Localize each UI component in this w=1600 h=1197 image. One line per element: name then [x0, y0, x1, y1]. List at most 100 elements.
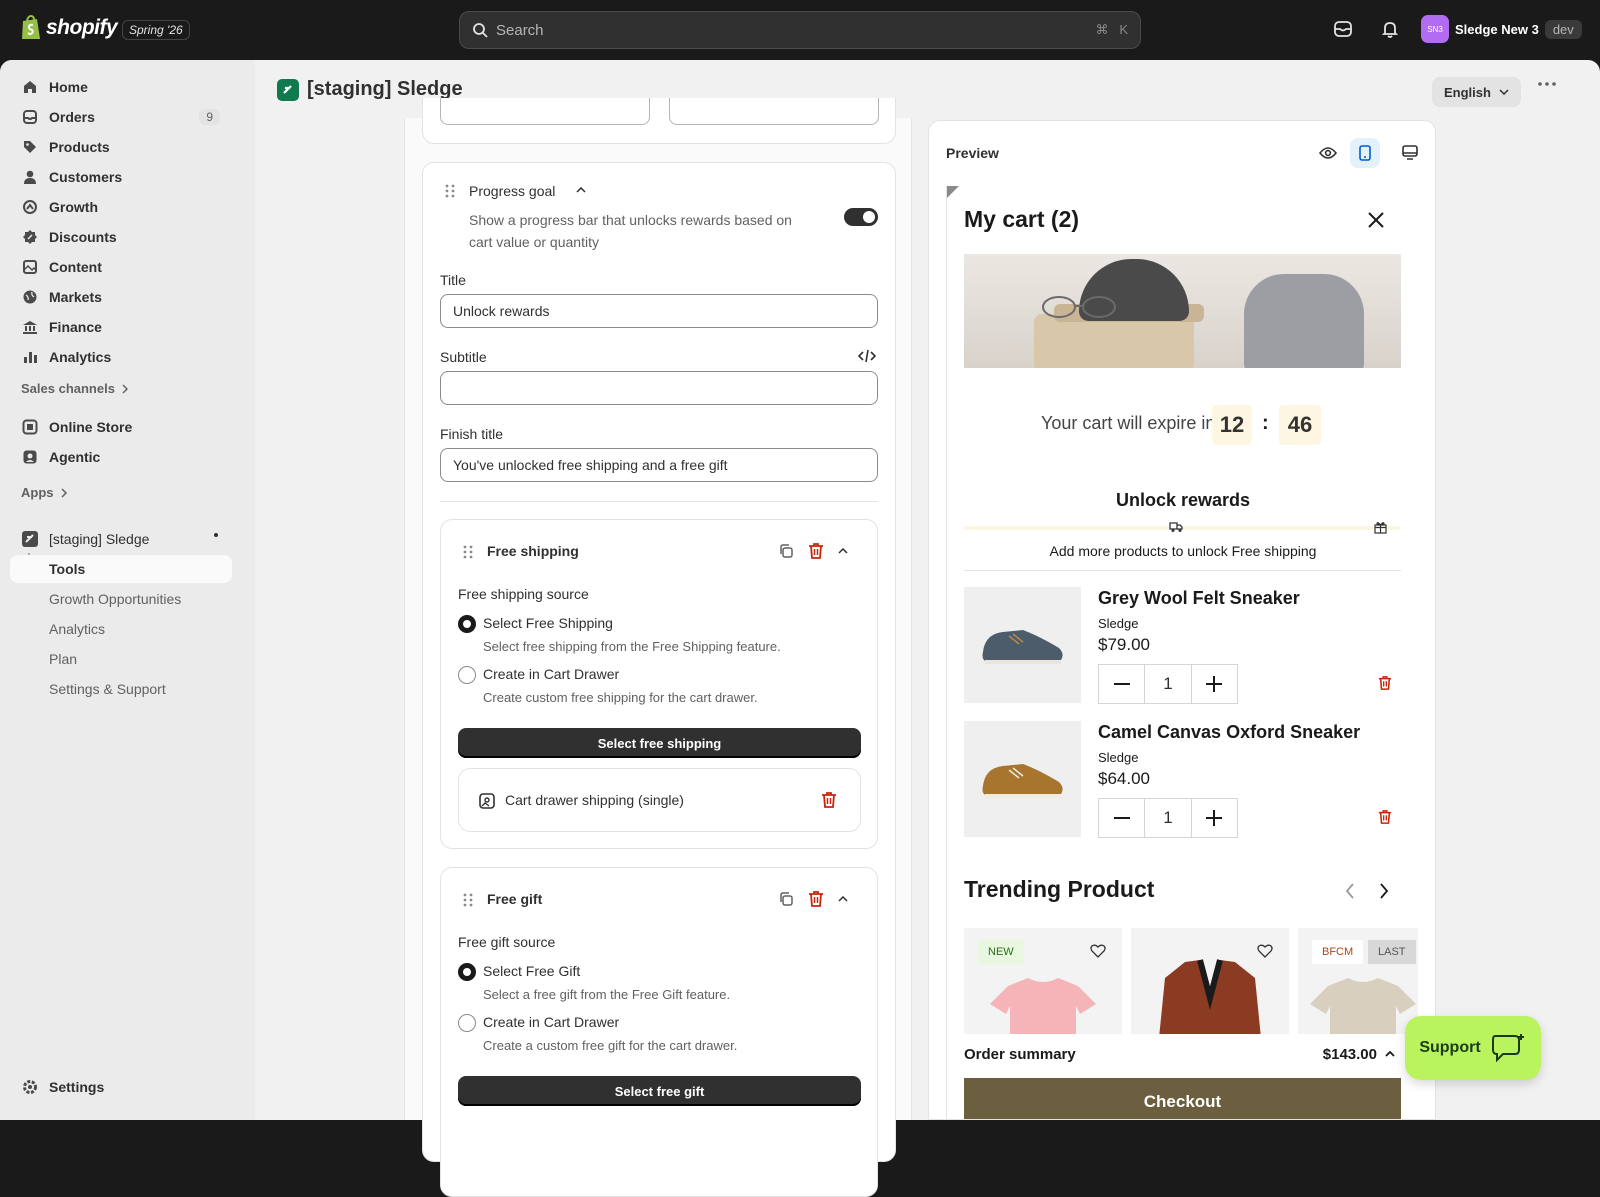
increase-button[interactable] [1192, 799, 1237, 837]
free-shipping-source-label: Free shipping source [458, 586, 589, 602]
radio-create-in-cart-drawer[interactable] [458, 1014, 476, 1032]
sidebar-item-finance[interactable]: Finance [10, 313, 232, 341]
sidebar-item-analytics[interactable]: Analytics [10, 343, 232, 371]
desktop-icon[interactable] [1402, 145, 1418, 161]
progress-goal-toggle[interactable] [844, 208, 878, 226]
sidebar-item-settings-support[interactable]: Settings & Support [10, 675, 232, 703]
trending-title: Trending Product [964, 876, 1155, 902]
sales-channels-header[interactable]: Sales channels [21, 381, 129, 396]
trending-product-card[interactable] [1131, 928, 1289, 1034]
chevron-up-icon[interactable] [576, 187, 586, 193]
search-input[interactable]: Search [496, 22, 1073, 39]
chevron-up-icon[interactable] [838, 896, 848, 902]
delete-icon[interactable] [1378, 675, 1392, 691]
free-shipping-heading: Free shipping [487, 543, 579, 559]
bell-icon[interactable] [1380, 19, 1400, 39]
select-free-shipping-button[interactable]: Select free shipping [458, 728, 861, 758]
shopify-bag-icon [22, 15, 40, 39]
quantity-value[interactable]: 1 [1145, 665, 1192, 703]
sidebar-item-label: Settings [49, 1079, 105, 1095]
heart-icon[interactable] [1257, 944, 1273, 958]
sidebar-item-growth[interactable]: Growth [10, 193, 232, 221]
sidebar-item-home[interactable]: Home [10, 73, 232, 101]
sidebar-item-label: Markets [49, 289, 102, 305]
more-actions-icon[interactable] [1538, 82, 1556, 86]
sidebar-item-label: Online Store [49, 419, 133, 435]
radio-select-free-gift[interactable] [458, 963, 476, 981]
person-icon [24, 170, 36, 184]
cart-title: My cart (2) [964, 206, 1080, 232]
previous-field[interactable] [669, 98, 879, 125]
radio-create-in-cart-drawer[interactable] [458, 666, 476, 684]
duplicate-icon[interactable] [778, 543, 794, 559]
sidebar-item-discounts[interactable]: Discounts [10, 223, 232, 251]
heart-icon[interactable] [1090, 944, 1106, 958]
store-switcher[interactable]: SN3 Sledge New 3 dev [1421, 15, 1582, 43]
sidebar-item-label: Tools [49, 561, 86, 577]
drag-handle-icon[interactable] [463, 893, 473, 907]
app-icon [22, 531, 38, 547]
sidebar-item-products[interactable]: Products [10, 133, 232, 161]
inbox-icon[interactable] [1333, 19, 1353, 39]
item-image [964, 587, 1081, 703]
finish-title-field[interactable]: You've unlocked free shipping and a free… [440, 448, 878, 482]
delete-icon[interactable] [1378, 809, 1392, 825]
sidebar-item-plan[interactable]: Plan [10, 645, 232, 673]
duplicate-icon[interactable] [778, 891, 794, 907]
subtitle-field[interactable] [440, 371, 878, 405]
glasses [1042, 296, 1116, 318]
code-icon[interactable] [858, 349, 876, 363]
gift-icon [1374, 521, 1387, 534]
quantity-value[interactable]: 1 [1145, 799, 1192, 837]
sidebar-item-label: Agentic [49, 449, 101, 465]
sidebar-item-tools[interactable]: Tools [10, 555, 232, 583]
decrease-button[interactable] [1099, 799, 1146, 837]
close-icon[interactable] [1367, 211, 1385, 229]
select-free-gift-button[interactable]: Select free gift [458, 1076, 861, 1106]
increase-button[interactable] [1192, 665, 1237, 703]
sidebar-item-orders[interactable]: Orders 9 [10, 103, 232, 131]
radio-select-free-shipping[interactable] [458, 615, 476, 633]
language-select[interactable]: English [1432, 77, 1521, 107]
sidebar-item-online-store[interactable]: Online Store [10, 413, 232, 441]
chevron-left-icon[interactable] [1345, 883, 1355, 899]
sidebar-item-markets[interactable]: Markets [10, 283, 232, 311]
free-shipping-card: Free shipping Free shipping source Selec… [440, 519, 878, 849]
sidebar-item-app[interactable]: [staging] Sledge [10, 525, 232, 553]
sidebar-item-agentic[interactable]: Agentic [10, 443, 232, 471]
chevron-up-icon[interactable] [1385, 1051, 1395, 1057]
chevron-up-icon[interactable] [838, 548, 848, 554]
mobile-view-button[interactable] [1350, 138, 1380, 168]
search-bar[interactable]: Search ⌘ K [459, 11, 1141, 49]
title-field[interactable]: Unlock rewards [440, 294, 878, 328]
previous-field[interactable] [440, 98, 650, 125]
pink-polo-shirt [990, 978, 1096, 1034]
trending-product-card[interactable]: NEW [964, 928, 1122, 1034]
option-help: Select free shipping from the Free Shipp… [483, 639, 781, 654]
delete-icon[interactable] [821, 791, 837, 809]
delete-icon[interactable] [808, 890, 824, 908]
drag-handle-icon[interactable] [445, 184, 455, 198]
sidebar-item-label: Products [49, 139, 110, 155]
drag-handle-icon[interactable] [463, 545, 473, 559]
plus-icon [1206, 676, 1223, 692]
support-button[interactable]: Support [1405, 1016, 1541, 1080]
sidebar-item-content[interactable]: Content [10, 253, 232, 281]
chevron-right-icon[interactable] [1379, 883, 1389, 899]
delete-icon[interactable] [808, 542, 824, 560]
shopify-logo[interactable]: shopify [20, 15, 118, 41]
apps-header[interactable]: Apps [21, 485, 68, 500]
decrease-button[interactable] [1099, 665, 1146, 703]
minus-icon [1113, 817, 1130, 819]
checkout-button[interactable]: Checkout [964, 1078, 1401, 1119]
trending-product-card[interactable]: BFCM LAST [1298, 928, 1418, 1034]
sidebar-item-app-analytics[interactable]: Analytics [10, 615, 232, 643]
sidebar-item-customers[interactable]: Customers [10, 163, 232, 191]
shipping-item-card[interactable]: Cart drawer shipping (single) [458, 768, 861, 832]
plus-icon [1206, 810, 1223, 826]
sidebar-item-growth-opportunities[interactable]: Growth Opportunities [10, 585, 232, 613]
eye-icon[interactable] [1319, 146, 1337, 160]
search-shortcut: ⌘ K [1095, 22, 1128, 37]
agent-icon [23, 450, 37, 464]
sidebar-item-settings[interactable]: Settings [10, 1073, 232, 1101]
